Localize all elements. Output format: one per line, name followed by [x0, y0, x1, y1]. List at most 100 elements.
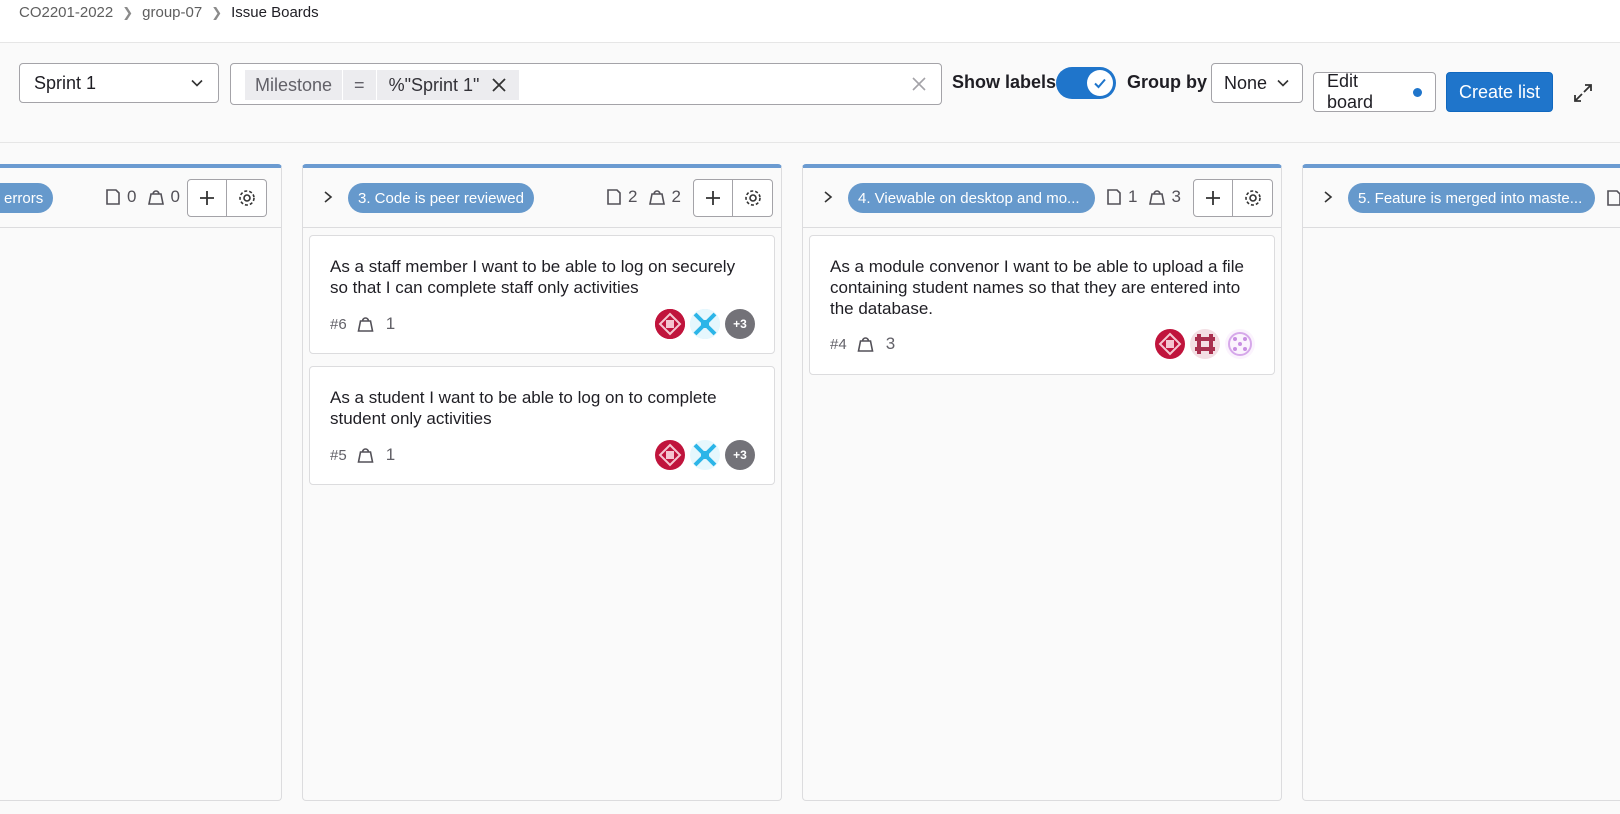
chevron-right-icon: ❯: [211, 4, 223, 20]
list-label[interactable]: out errors: [0, 183, 54, 213]
chevron-right-icon[interactable]: [321, 190, 335, 204]
issue-number: #6: [330, 315, 347, 333]
expand-icon[interactable]: [1571, 81, 1595, 105]
board-list: 4. Viewable on desktop and mo... 1 3 As …: [802, 164, 1282, 801]
check-icon: [1087, 70, 1113, 96]
weight-count: 0: [170, 187, 180, 206]
add-issue-button[interactable]: [1193, 179, 1233, 217]
filter-token[interactable]: Milestone = %"Sprint 1": [245, 70, 520, 100]
list-settings-button[interactable]: [733, 179, 773, 217]
filter-token-field: Milestone: [245, 70, 343, 100]
list-counts: 2 2: [606, 187, 693, 207]
weight-icon: [357, 317, 374, 332]
milestone-select[interactable]: Sprint 1: [19, 63, 219, 103]
plus-icon: [706, 191, 720, 205]
group-by-value: None: [1224, 72, 1268, 93]
group-by-select[interactable]: None: [1211, 63, 1303, 103]
notification-dot: [1413, 87, 1422, 97]
issue-title[interactable]: As a student I want to be able to log on…: [330, 387, 750, 429]
edit-board-label: Edit board: [1327, 71, 1374, 112]
filter-token-value: %"Sprint 1": [388, 74, 480, 95]
avatar[interactable]: [1190, 329, 1220, 359]
gear-icon: [744, 190, 761, 206]
board-list: 5. Feature is merged into maste...: [1302, 164, 1620, 801]
list-header: out errors 0 0: [0, 168, 281, 228]
create-list-label: Create list: [1458, 81, 1541, 102]
breadcrumb-group[interactable]: group-07: [142, 4, 202, 21]
list-settings-button[interactable]: [227, 179, 267, 217]
issue-card[interactable]: As a staff member I want to be able to l…: [309, 235, 775, 354]
issue-meta: #4 3: [830, 334, 895, 354]
plus-icon: [1206, 191, 1220, 205]
avatar[interactable]: [1155, 329, 1185, 359]
list-actions: [1193, 179, 1273, 217]
issue-title[interactable]: As a staff member I want to be able to l…: [330, 256, 750, 298]
list-header: 5. Feature is merged into maste...: [1303, 168, 1620, 228]
clear-icon[interactable]: [911, 76, 927, 92]
issues-icon: [1607, 190, 1620, 206]
avatar[interactable]: [655, 440, 685, 470]
list-counts: 1 3: [1106, 187, 1193, 207]
assignees: +3: [650, 440, 755, 470]
issue-number: #4: [830, 335, 847, 353]
add-issue-button[interactable]: [693, 179, 733, 217]
close-icon[interactable]: [491, 77, 507, 93]
board-toolbar: Sprint 1 Milestone = %"Sprint 1" Show la…: [0, 44, 1620, 143]
list-actions: [187, 179, 267, 217]
issues-count: 2: [628, 187, 638, 206]
issues-count: 1: [1128, 187, 1138, 206]
chevron-down-icon: [191, 79, 203, 87]
assignees: +3: [650, 309, 755, 339]
issue-title[interactable]: As a module convenor I want to be able t…: [830, 256, 1250, 319]
issue-weight: 3: [885, 334, 896, 353]
avatar[interactable]: [655, 309, 685, 339]
avatar[interactable]: [1225, 329, 1255, 359]
issue-card[interactable]: As a module convenor I want to be able t…: [809, 235, 1275, 375]
issue-meta: #5 1: [330, 445, 395, 465]
issue-meta: #6 1: [330, 314, 395, 334]
avatar[interactable]: [690, 440, 720, 470]
issue-weight: 1: [385, 314, 396, 333]
chevron-right-icon[interactable]: [1321, 190, 1335, 204]
issues-icon: [106, 189, 120, 205]
plus-icon: [200, 191, 214, 205]
issue-card[interactable]: As a student I want to be able to log on…: [309, 366, 775, 485]
more-assignees-badge[interactable]: +3: [725, 440, 755, 470]
issue-weight: 1: [385, 445, 396, 464]
breadcrumb: CO2201-2022 ❯ group-07 ❯ Issue Boards: [19, 4, 319, 21]
list-label[interactable]: 4. Viewable on desktop and mo...: [848, 183, 1095, 213]
weight-icon: [857, 337, 874, 352]
issues-count: 0: [127, 187, 137, 206]
list-header: 3. Code is peer reviewed 2 2: [303, 168, 781, 228]
group-by-label: Group by: [1127, 72, 1207, 92]
list-counts: 0 0: [105, 187, 192, 207]
chevron-right-icon[interactable]: [821, 190, 835, 204]
gear-icon: [238, 190, 255, 206]
issues-icon: [1107, 189, 1121, 205]
show-labels-toggle[interactable]: [1056, 67, 1116, 99]
list-header: 4. Viewable on desktop and mo... 1 3: [803, 168, 1281, 228]
weight-count: 2: [671, 187, 681, 206]
chevron-right-icon: ❯: [122, 4, 134, 20]
weight-icon: [357, 448, 374, 463]
breadcrumb-project[interactable]: CO2201-2022: [19, 4, 113, 21]
add-issue-button[interactable]: [187, 179, 227, 217]
weight-icon: [148, 190, 165, 205]
filter-token-value-wrap: %"Sprint 1": [376, 70, 520, 100]
show-labels-label: Show labels: [952, 72, 1057, 92]
weight-icon: [1149, 190, 1166, 205]
create-list-button[interactable]: Create list: [1446, 72, 1553, 112]
edit-board-button[interactable]: Edit board: [1313, 71, 1436, 112]
board-list: out errors 0 0: [0, 164, 282, 801]
breadcrumb-current[interactable]: Issue Boards: [231, 4, 319, 21]
list-label[interactable]: 3. Code is peer reviewed: [348, 183, 534, 213]
more-assignees-badge[interactable]: +3: [725, 309, 755, 339]
filter-search-box[interactable]: Milestone = %"Sprint 1": [230, 63, 942, 105]
top-bar: CO2201-2022 ❯ group-07 ❯ Issue Boards: [0, 0, 1620, 43]
assignees: [1150, 329, 1255, 359]
list-label[interactable]: 5. Feature is merged into maste...: [1348, 183, 1595, 213]
gear-icon: [1244, 190, 1261, 206]
avatar[interactable]: [690, 309, 720, 339]
list-actions: [693, 179, 773, 217]
list-settings-button[interactable]: [1233, 179, 1273, 217]
